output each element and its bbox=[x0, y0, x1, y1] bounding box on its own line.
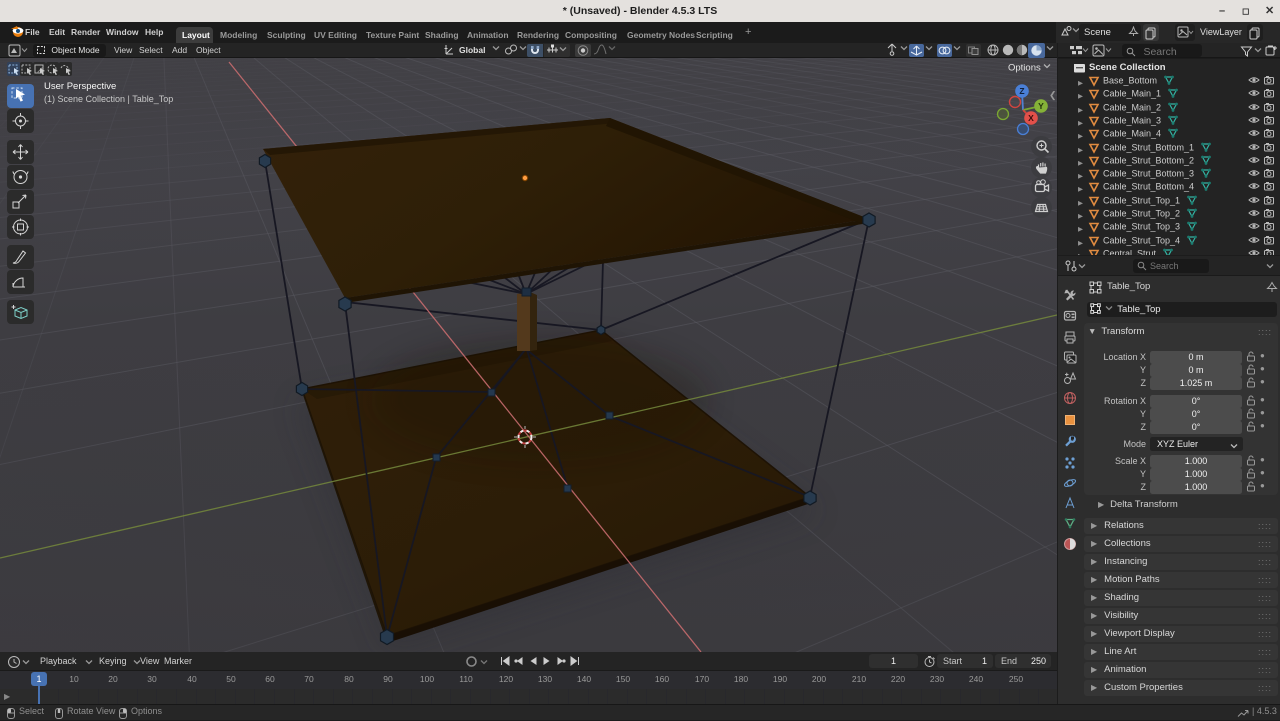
svg-text:Z: Z bbox=[1019, 86, 1024, 96]
svg-text:Y: Y bbox=[1038, 101, 1044, 111]
svg-text:X: X bbox=[1028, 113, 1034, 123]
